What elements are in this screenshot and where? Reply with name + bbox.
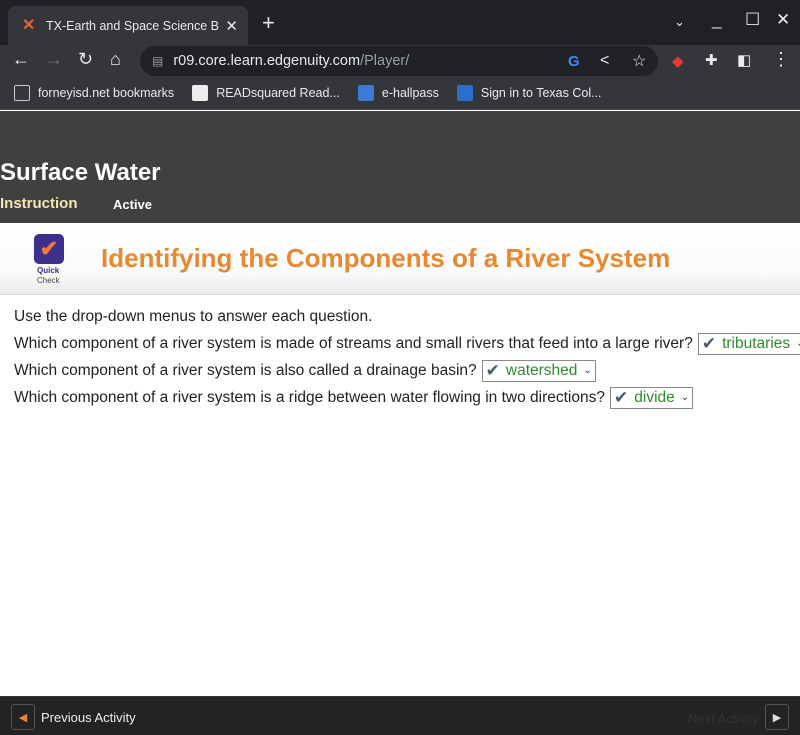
bookmark-item[interactable]: Sign in to Texas Col... xyxy=(456,85,602,101)
extension-icon[interactable]: ◆ xyxy=(672,52,684,70)
activity-footer: ◀ Previous Activity Next Activity ▶ xyxy=(0,696,800,735)
lesson-header: Surface Water Instruction Active xyxy=(0,111,800,223)
previous-activity-button[interactable]: ◀ xyxy=(11,704,35,730)
bookmark-label: READsquared Read... xyxy=(216,86,340,100)
correct-check-icon: ✔ xyxy=(701,333,717,353)
tab-title: TX-Earth and Space Science B - E xyxy=(46,18,220,33)
question-area: Use the drop-down menus to answer each q… xyxy=(14,303,800,411)
previous-activity-label[interactable]: Previous Activity xyxy=(41,710,136,725)
browser-tab[interactable]: ✕ TX-Earth and Space Science B - E ✕ xyxy=(8,6,248,45)
bookmark-item[interactable]: READsquared Read... xyxy=(192,85,340,101)
address-bar[interactable]: ▤ r09.core.learn.edgenuity.com/Player/ G… xyxy=(140,46,658,76)
chevron-down-icon: ⌄ xyxy=(680,392,690,403)
url-path: /Player/ xyxy=(360,53,410,69)
badge-label-1: Quick xyxy=(37,266,60,275)
home-icon[interactable]: ⌂ xyxy=(110,49,121,70)
question-row: Which component of a river system is mad… xyxy=(14,330,800,357)
dropdown-value: divide xyxy=(634,388,675,406)
close-window-icon[interactable]: ✕ xyxy=(776,10,790,30)
section-tab-instruction[interactable]: Instruction xyxy=(0,195,78,212)
bookmark-label: forneyisd.net bookmarks xyxy=(38,86,175,100)
url-host: r09.core.learn.edgenuity.com xyxy=(173,53,361,69)
menu-icon[interactable]: ⋮ xyxy=(772,49,790,70)
close-tab-icon[interactable]: ✕ xyxy=(225,17,238,35)
caret-right-icon: ▶ xyxy=(772,711,782,724)
next-activity-label: Next Activity xyxy=(688,711,759,726)
caret-left-icon: ◀ xyxy=(18,711,28,724)
folder-icon xyxy=(14,85,30,101)
tab-search-chevron-icon[interactable]: ⌄ xyxy=(674,14,685,30)
question-row: Which component of a river system is a r… xyxy=(14,384,800,411)
bookmark-label: e-hallpass xyxy=(381,86,439,100)
activity-title: Identifying the Components of a River Sy… xyxy=(101,243,671,273)
question-text: Which component of a river system is mad… xyxy=(14,334,693,352)
readsquared-icon xyxy=(192,85,209,101)
bookmark-label: Sign in to Texas Col... xyxy=(480,86,602,100)
side-panel-icon[interactable]: ◧ xyxy=(737,51,751,69)
minimize-icon[interactable]: _ xyxy=(712,10,721,30)
dropdown-value: watershed xyxy=(505,361,578,379)
browser-toolbar: ← → ↻ ⌂ ▤ r09.core.learn.edgenuity.com/P… xyxy=(0,45,800,77)
extensions-puzzle-icon[interactable]: ✚ xyxy=(705,51,718,69)
activity-titlebar: ✔ Quick Check Identifying the Components… xyxy=(0,223,800,295)
texas-college-icon xyxy=(456,85,473,101)
question-text: Which component of a river system is als… xyxy=(14,361,477,379)
instructions: Use the drop-down menus to answer each q… xyxy=(14,307,373,325)
forward-icon[interactable]: → xyxy=(45,49,63,70)
reload-icon[interactable]: ↻ xyxy=(78,49,93,70)
badge-label-2: Check xyxy=(37,276,60,285)
answer-dropdown[interactable]: ✔ tributaries ⌄ xyxy=(697,332,800,355)
question-row: Which component of a river system is als… xyxy=(14,357,800,384)
correct-check-icon: ✔ xyxy=(485,360,500,380)
next-activity-button[interactable]: ▶ xyxy=(765,704,789,730)
question-text: Which component of a river system is a r… xyxy=(14,388,605,406)
edgenuity-favicon: ✕ xyxy=(22,16,36,34)
bookmark-item[interactable]: forneyisd.net bookmarks xyxy=(14,85,174,101)
bookmarks-bar: forneyisd.net bookmarks READsquared Read… xyxy=(0,77,800,110)
status-label: Active xyxy=(113,197,153,212)
share-icon[interactable]: < xyxy=(600,52,609,70)
new-tab-icon[interactable]: + xyxy=(262,10,275,36)
maximize-icon[interactable]: ☐ xyxy=(745,10,760,30)
chevron-down-icon: ⌄ xyxy=(583,365,592,376)
answer-dropdown[interactable]: ✔ watershed ⌄ xyxy=(481,359,596,382)
lesson-title: Surface Water xyxy=(0,159,161,186)
bookmark-item[interactable]: e-hallpass xyxy=(357,85,439,101)
bookmark-star-icon[interactable]: ☆ xyxy=(632,51,646,71)
ehallpass-icon xyxy=(357,85,374,101)
answer-dropdown[interactable]: ✔ divide ⌄ xyxy=(610,386,694,409)
browser-tabstrip: ✕ TX-Earth and Space Science B - E ✕ + ⌄… xyxy=(0,0,800,45)
correct-check-icon: ✔ xyxy=(614,387,629,407)
dropdown-value: tributaries xyxy=(722,334,791,352)
site-info-icon[interactable]: ▤ xyxy=(152,54,163,68)
google-lens-icon[interactable]: G xyxy=(568,53,580,70)
chevron-down-icon: ⌄ xyxy=(796,338,800,349)
back-icon[interactable]: ← xyxy=(12,49,30,70)
quick-check-checkmark-icon: ✔ xyxy=(34,234,64,264)
